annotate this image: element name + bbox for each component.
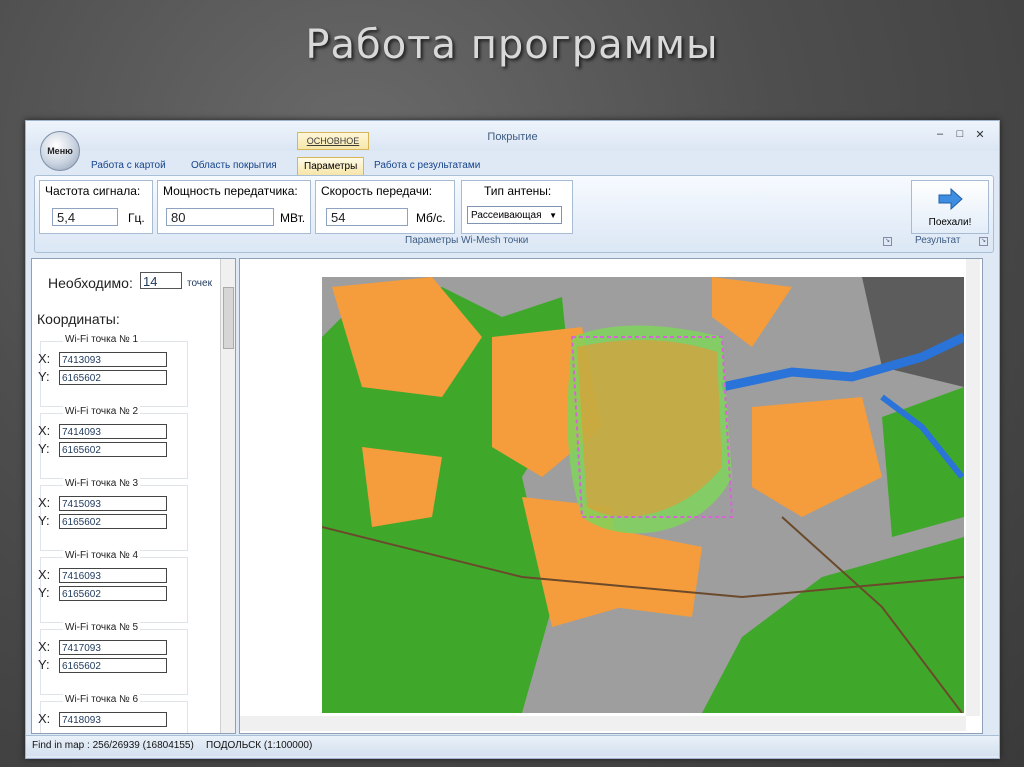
x-coordinate-input[interactable]: 7415093 xyxy=(59,496,167,511)
power-group: Мощность передатчика: 80 МВт. xyxy=(157,180,311,234)
go-button-label: Поехали! xyxy=(928,217,972,228)
map-panel xyxy=(239,258,983,734)
frequency-group: Частота сигнала: 5,4 Гц. xyxy=(39,180,153,234)
dialog-launcher-icon[interactable]: ↘ xyxy=(883,237,892,246)
x-label: X: xyxy=(38,711,51,726)
speed-unit: Мб/с. xyxy=(416,211,446,225)
wifi-point-group: Wi-Fi точка № 5 X: 7417093 Y: 6165602 xyxy=(38,622,188,695)
result-launcher-icon[interactable]: ↘ xyxy=(979,237,988,246)
frequency-label: Частота сигнала: xyxy=(45,184,141,198)
points-scrollbar[interactable] xyxy=(220,259,235,733)
y-coordinate-input[interactable]: 6165602 xyxy=(59,442,167,457)
arrow-right-icon xyxy=(938,187,963,211)
slide-title: Работа программы xyxy=(305,22,719,68)
x-coordinate-input[interactable]: 7414093 xyxy=(59,424,167,439)
x-label: X: xyxy=(38,567,51,582)
wifi-point-group: Wi-Fi точка № 2 X: 7414093 Y: 6165602 xyxy=(38,406,188,479)
points-panel: Необходимо: 14 точек Координаты: Wi-Fi т… xyxy=(31,258,236,734)
x-label: X: xyxy=(38,351,51,366)
power-label: Мощность передатчика: xyxy=(163,184,298,198)
y-label: Y: xyxy=(38,441,50,456)
status-map-name: ПОДОЛЬСК (1:100000) xyxy=(206,740,313,751)
wifi-point-title: Wi-Fi точка № 2 xyxy=(63,406,141,417)
go-button[interactable]: Поехали! xyxy=(911,180,989,234)
tab-coverage-area[interactable]: Область покрытия xyxy=(185,157,283,175)
x-label: X: xyxy=(38,423,51,438)
y-label: Y: xyxy=(38,513,50,528)
antenna-type-select[interactable]: Рассеивающая ▼ xyxy=(467,206,562,224)
antenna-label: Тип антены: xyxy=(484,184,552,198)
frequency-input[interactable]: 5,4 xyxy=(52,208,118,226)
frequency-unit: Гц. xyxy=(128,211,145,225)
minimize-button[interactable]: – xyxy=(934,128,946,140)
urban-area xyxy=(362,447,442,527)
x-coordinate-input[interactable]: 7418093 xyxy=(59,712,167,727)
y-label: Y: xyxy=(38,369,50,384)
y-coordinate-input[interactable]: 6165602 xyxy=(59,370,167,385)
x-coordinate-input[interactable]: 7417093 xyxy=(59,640,167,655)
close-button[interactable]: ✕ xyxy=(974,128,986,141)
app-window: Покрытие – □ ✕ Меню ОСНОВНОЕ Работа с ка… xyxy=(25,120,1000,759)
context-tab-header: ОСНОВНОЕ xyxy=(297,132,369,150)
wifi-point-title: Wi-Fi точка № 4 xyxy=(63,550,141,561)
y-coordinate-input[interactable]: 6165602 xyxy=(59,514,167,529)
y-label: Y: xyxy=(38,657,50,672)
map-vertical-scrollbar[interactable] xyxy=(966,259,980,716)
need-unit: точек xyxy=(187,278,212,289)
wifi-point-title: Wi-Fi точка № 5 xyxy=(63,622,141,633)
antenna-group: Тип антены: Рассеивающая ▼ xyxy=(461,180,573,234)
tab-results[interactable]: Работа с результатами xyxy=(368,157,486,175)
maximize-button[interactable]: □ xyxy=(954,128,966,140)
status-find: Find in map : 256/26939 (16804155) xyxy=(32,740,194,751)
tab-parameters[interactable]: Параметры xyxy=(297,157,365,176)
menu-orb-button[interactable]: Меню xyxy=(40,131,80,171)
speed-input[interactable]: 54 xyxy=(326,208,408,226)
need-count-input[interactable]: 14 xyxy=(140,272,182,289)
wifi-point-group: Wi-Fi точка № 6 X: 7418093 xyxy=(38,694,188,733)
power-input[interactable]: 80 xyxy=(166,208,274,226)
power-unit: МВт. xyxy=(280,211,306,225)
dropdown-arrow-icon: ▼ xyxy=(549,211,557,220)
coords-label: Координаты: xyxy=(37,311,120,327)
x-label: X: xyxy=(38,639,51,654)
speed-label: Скорость передачи: xyxy=(321,184,433,198)
wifi-point-group: Wi-Fi точка № 1 X: 7413093 Y: 6165602 xyxy=(38,334,188,407)
x-coordinate-input[interactable]: 7416093 xyxy=(59,568,167,583)
y-label: Y: xyxy=(38,585,50,600)
speed-group: Скорость передачи: 54 Мб/с. xyxy=(315,180,455,234)
result-caption: Результат xyxy=(915,235,961,246)
wifi-point-title: Wi-Fi точка № 1 xyxy=(63,334,141,345)
antenna-type-value: Рассеивающая xyxy=(471,210,542,221)
status-bar: Find in map : 256/26939 (16804155) ПОДОЛ… xyxy=(26,735,999,756)
y-coordinate-input[interactable]: 6165602 xyxy=(59,586,167,601)
need-label: Необходимо: xyxy=(48,275,133,291)
title-bar: Покрытие – □ ✕ xyxy=(26,121,999,151)
map-canvas[interactable] xyxy=(322,277,964,713)
x-coordinate-input[interactable]: 7413093 xyxy=(59,352,167,367)
y-coordinate-input[interactable]: 6165602 xyxy=(59,658,167,673)
map-horizontal-scrollbar[interactable] xyxy=(240,716,966,731)
window-title: Покрытие xyxy=(487,131,538,143)
points-scrollbar-thumb[interactable] xyxy=(223,287,234,349)
wifi-point-group: Wi-Fi точка № 3 X: 7415093 Y: 6165602 xyxy=(38,478,188,551)
tab-map-work[interactable]: Работа с картой xyxy=(85,157,172,175)
wifi-point-title: Wi-Fi точка № 6 xyxy=(63,694,141,705)
group-caption: Параметры Wi-Mesh точки xyxy=(405,235,529,246)
wifi-point-group: Wi-Fi точка № 4 X: 7416093 Y: 6165602 xyxy=(38,550,188,623)
x-label: X: xyxy=(38,495,51,510)
wifi-point-title: Wi-Fi точка № 3 xyxy=(63,478,141,489)
ribbon: Частота сигнала: 5,4 Гц. Мощность переда… xyxy=(34,175,994,253)
